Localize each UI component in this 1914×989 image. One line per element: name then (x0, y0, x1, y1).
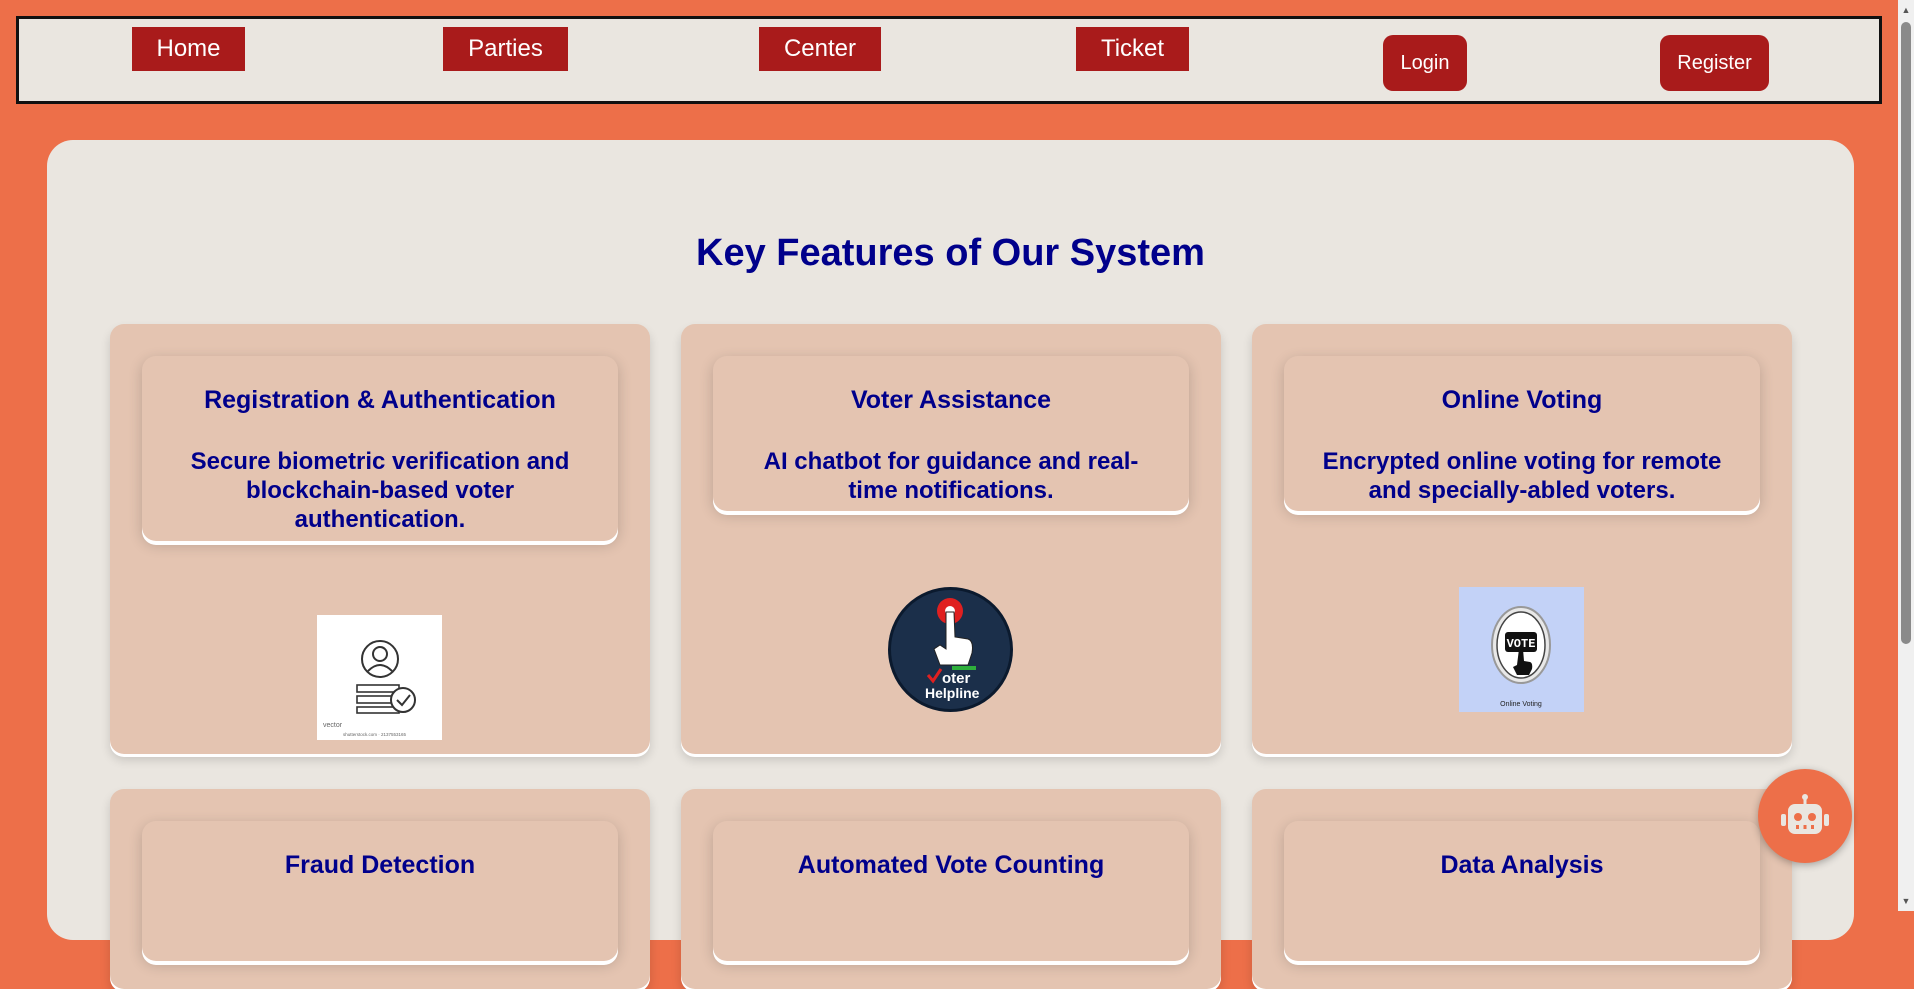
feature-card-voter-assistance: Voter Assistance AI chatbot for guidance… (681, 324, 1221, 754)
svg-text:VOTE: VOTE (1507, 637, 1536, 651)
feature-text-box: Online Voting Encrypted online voting fo… (1284, 356, 1760, 511)
feature-title: Fraud Detection (284, 851, 476, 879)
svg-text:vector: vector (323, 722, 343, 729)
nav-home-button[interactable]: Home (132, 27, 245, 71)
feature-description: Secure biometric verification and blockc… (190, 448, 570, 533)
feature-card-fraud-detection: Fraud Detection (110, 789, 650, 989)
feature-card-data-analysis: Data Analysis (1252, 789, 1792, 989)
scroll-up-arrow-icon[interactable]: ▲ (1898, 2, 1914, 18)
user-verified-icon: vector shutterstock.com · 2137553165 (317, 615, 442, 740)
scroll-thumb[interactable] (1901, 22, 1911, 644)
page-scrollbar[interactable]: ▲ ▼ (1898, 0, 1914, 911)
scroll-down-arrow-icon[interactable]: ▼ (1898, 893, 1914, 909)
voter-helpline-logo: oter Helpline (888, 587, 1013, 712)
register-button[interactable]: Register (1660, 35, 1769, 91)
feature-title: Automated Vote Counting (797, 851, 1105, 879)
svg-text:Online Voting: Online Voting (1500, 701, 1542, 708)
section-heading: Key Features of Our System (696, 232, 1205, 274)
feature-card-automated-vote-counting: Automated Vote Counting (681, 789, 1221, 989)
nav-center-button[interactable]: Center (759, 27, 881, 71)
robot-icon (1781, 794, 1829, 834)
online-voting-button: VOTE Online Voting (1459, 587, 1584, 712)
feature-text-box: Automated Vote Counting (713, 821, 1189, 961)
svg-text:shutterstock.com · 2137553165: shutterstock.com · 2137553165 (343, 732, 407, 737)
svg-text:Helpline: Helpline (925, 685, 980, 701)
feature-text-box: Voter Assistance AI chatbot for guidance… (713, 356, 1189, 511)
feature-title: Online Voting (1441, 386, 1603, 414)
feature-title: Registration & Authentication (204, 386, 556, 414)
nav-ticket-button[interactable]: Ticket (1076, 27, 1189, 71)
features-panel: Key Features of Our System Registration … (47, 140, 1854, 989)
chatbot-button[interactable] (1758, 769, 1852, 863)
feature-card-online-voting: Online Voting Encrypted online voting fo… (1252, 324, 1792, 754)
feature-text-box: Registration & Authentication Secure bio… (142, 356, 618, 541)
login-button[interactable]: Login (1383, 35, 1467, 91)
feature-description: Encrypted online voting for remote and s… (1322, 448, 1722, 504)
feature-text-box: Fraud Detection (142, 821, 618, 961)
top-navbar: Home Parties Center Ticket Login Registe… (16, 16, 1882, 104)
feature-text-box: Data Analysis (1284, 821, 1760, 961)
feature-title: Data Analysis (1440, 851, 1604, 879)
feature-title: Voter Assistance (850, 386, 1052, 414)
feature-description: AI chatbot for guidance and real-time no… (763, 448, 1139, 504)
nav-parties-button[interactable]: Parties (443, 27, 568, 71)
feature-card-registration: Registration & Authentication Secure bio… (110, 324, 650, 754)
